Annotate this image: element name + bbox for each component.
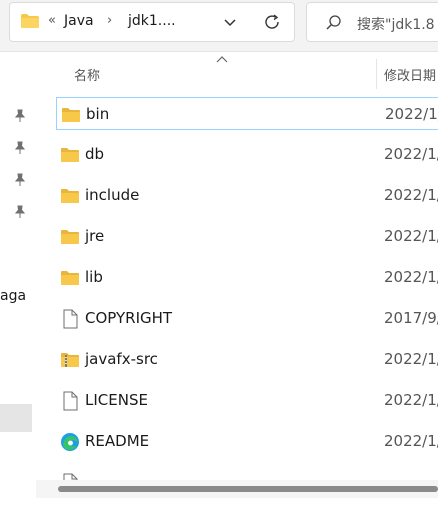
file-name: javafx-src [85, 350, 158, 368]
zip-folder-icon [61, 353, 79, 367]
overflow-chevron[interactable]: « [48, 13, 56, 28]
list-item[interactable]: db 2022/1/ [56, 138, 438, 171]
file-date: 2022/1/ [384, 186, 438, 204]
file-date: 2022/1/ [384, 391, 438, 409]
pin-icon[interactable] [13, 141, 27, 155]
file-date: 2022/1/ [385, 105, 438, 123]
file-list: bin 2022/1/ db 2022/1/ include 2022/1/ j… [36, 95, 438, 480]
file-name: bin [86, 105, 110, 123]
horizontal-scrollbar[interactable] [36, 480, 438, 498]
pin-icon[interactable] [13, 173, 27, 187]
nav-item-selected[interactable] [0, 404, 32, 432]
column-header-name[interactable]: 名称 [74, 65, 100, 84]
document-icon [63, 473, 78, 480]
list-item-partial[interactable] [56, 466, 438, 480]
file-name: COPYRIGHT [85, 309, 173, 327]
list-item[interactable]: COPYRIGHT 2017/9/ [56, 302, 438, 335]
search-placeholder: 搜索"jdk1.8 [357, 17, 435, 33]
refresh-icon[interactable] [262, 12, 282, 32]
file-name: README [85, 432, 150, 450]
scrollbar-thumb[interactable] [58, 486, 438, 492]
folder-icon [21, 14, 39, 28]
search-input[interactable]: 搜索"jdk1.8 [306, 2, 438, 42]
file-date: 2022/1/ [384, 227, 438, 245]
nav-item-label[interactable]: aga [0, 288, 26, 304]
folder-icon [62, 108, 80, 122]
breadcrumb-java[interactable]: Java [64, 13, 94, 29]
pin-icon[interactable] [13, 109, 27, 123]
column-header-date[interactable]: 修改日期 [384, 65, 436, 84]
sort-ascending-icon [216, 56, 228, 63]
column-header-row: 名称 修改日期 [36, 53, 438, 93]
file-name: db [85, 145, 105, 163]
document-icon [63, 391, 78, 411]
edge-browser-icon [61, 433, 79, 451]
list-item[interactable]: lib 2022/1/ [56, 261, 438, 294]
folder-icon [61, 189, 79, 203]
pin-icon[interactable] [13, 205, 27, 219]
list-item[interactable]: jre 2022/1/ [56, 220, 438, 253]
document-icon [63, 309, 78, 329]
folder-icon [61, 148, 79, 162]
file-date: 2022/1/ [384, 432, 438, 450]
file-name: LICENSE [85, 391, 148, 409]
file-date: 2017/9/ [384, 309, 438, 327]
file-name: lib [85, 268, 103, 286]
file-name: jre [85, 227, 105, 245]
folder-icon [61, 230, 79, 244]
column-divider[interactable] [376, 59, 377, 89]
toolbar: « Java › jdk1.... 搜索"jdk1.8 [0, 0, 438, 52]
address-bar[interactable]: « Java › jdk1.... [9, 2, 295, 42]
list-item[interactable]: javafx-src 2022/1/ [56, 343, 438, 376]
list-item[interactable]: bin 2022/1/ [56, 97, 438, 130]
breadcrumb-separator: › [107, 13, 113, 28]
navigation-pane: aga [0, 53, 34, 512]
list-item[interactable]: LICENSE 2022/1/ [56, 384, 438, 417]
file-date: 2022/1/ [384, 145, 438, 163]
breadcrumb-jdk[interactable]: jdk1.... [128, 13, 176, 29]
list-item[interactable]: README 2022/1/ [56, 425, 438, 458]
file-date: 2022/1/ [384, 268, 438, 286]
folder-icon [61, 271, 79, 285]
search-icon [326, 15, 341, 30]
list-item[interactable]: include 2022/1/ [56, 179, 438, 212]
chevron-down-icon[interactable] [221, 13, 239, 31]
file-name: include [85, 186, 140, 204]
file-date: 2022/1/ [384, 350, 438, 368]
